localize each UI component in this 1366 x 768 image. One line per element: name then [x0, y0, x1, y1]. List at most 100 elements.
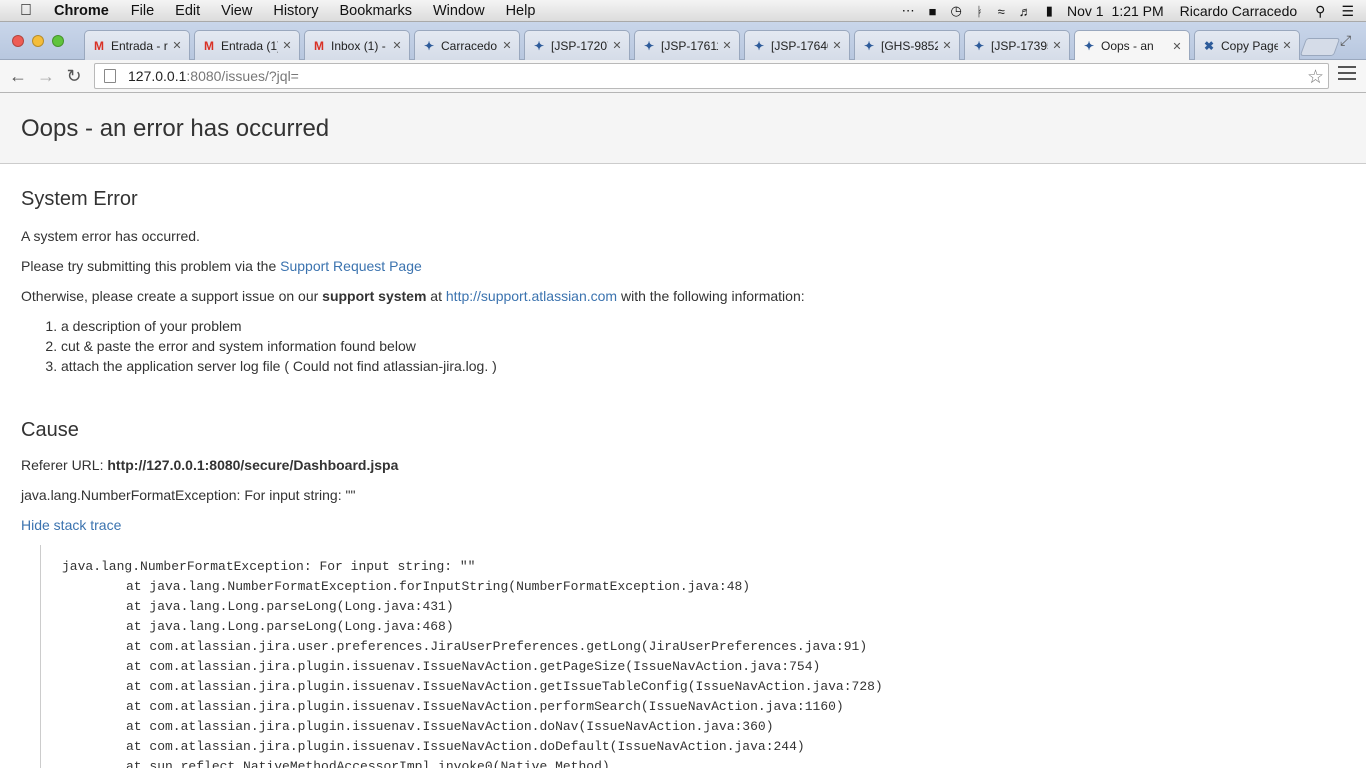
close-tab-icon[interactable]: ✕ — [721, 39, 733, 52]
notification-center-icon[interactable]: ☰ — [1341, 3, 1354, 20]
browser-tab[interactable]: ✦ [JSP-17395 ✕ — [964, 30, 1070, 60]
tab-title: Copy Page — [1221, 38, 1278, 53]
jira-icon: ✦ — [643, 38, 655, 53]
referer-label: Referer URL: — [21, 457, 108, 473]
close-tab-icon[interactable]: ✕ — [171, 39, 183, 52]
close-tab-icon[interactable]: ✕ — [941, 39, 953, 52]
menu-app-name[interactable]: Chrome — [54, 3, 109, 19]
list-item: a description of your problem — [61, 318, 1345, 334]
close-tab-icon[interactable]: ✕ — [611, 39, 623, 52]
close-tab-icon[interactable]: ✕ — [1281, 39, 1293, 52]
tab-title: [JSP-17611 — [661, 38, 718, 53]
list-item: attach the application server log file (… — [61, 358, 1345, 374]
browser-toolbar: ← → ↻ 127.0.0.1:8080/issues/?jql= ☆ — [0, 60, 1366, 93]
user-name[interactable]: Ricardo Carracedo — [1180, 3, 1298, 19]
address-url[interactable]: 127.0.0.1:8080/issues/?jql= — [128, 68, 299, 84]
tab-title: Oops - an — [1101, 39, 1154, 53]
bluetooth-icon[interactable]: ᛓ — [976, 4, 984, 19]
fullscreen-icon[interactable]: ⤢ — [1340, 32, 1351, 49]
close-tab-icon[interactable]: ✕ — [281, 39, 293, 52]
gmail-icon: M — [94, 38, 104, 53]
wifi-icon[interactable]: ≈ — [998, 4, 1005, 19]
time-machine-icon[interactable]: ◷ — [951, 3, 962, 19]
dots-icon[interactable]: ⋯ — [902, 3, 915, 19]
close-tab-icon[interactable]: ✕ — [391, 39, 403, 52]
stack-trace: java.lang.NumberFormatException: For inp… — [40, 545, 1345, 768]
menu-view[interactable]: View — [221, 3, 252, 19]
browser-tab-active[interactable]: ✦ Oops - an ✕ — [1074, 30, 1190, 61]
jira-icon: ✦ — [753, 38, 765, 53]
support-url-link[interactable]: http://support.atlassian.com — [446, 288, 617, 304]
close-tab-icon[interactable]: ✕ — [1171, 40, 1183, 53]
reload-icon[interactable]: ↻ — [64, 66, 84, 86]
url-host: 127.0.0.1 — [128, 68, 187, 84]
browser-tab[interactable]: ✖ Copy Page ✕ — [1194, 30, 1300, 60]
menu-bookmarks[interactable]: Bookmarks — [339, 3, 412, 19]
browser-tab[interactable]: ✦ [GHS-9852 ✕ — [854, 30, 960, 60]
stack-trace-line: at com.atlassian.jira.plugin.issuenav.Is… — [126, 699, 844, 714]
referer-url: http://127.0.0.1:8080/secure/Dashboard.j… — [107, 457, 399, 473]
menu-file[interactable]: File — [131, 3, 154, 19]
support-system-bold: support system — [322, 288, 427, 304]
support-request-prefix: Please try submitting this problem via t… — [21, 258, 281, 274]
battery-icon[interactable]: ▮ — [1046, 3, 1053, 19]
tab-title: Entrada - r — [111, 38, 168, 53]
browser-tab[interactable]: ✦ [JSP-17640 ✕ — [744, 30, 850, 60]
evernote-icon[interactable]: ■ — [929, 4, 937, 19]
close-window-button[interactable] — [12, 35, 24, 47]
spotlight-search-icon[interactable]: ⚲ — [1315, 3, 1325, 20]
close-tab-icon[interactable]: ✕ — [1051, 39, 1063, 52]
cause-heading: Cause — [21, 419, 79, 441]
exception-message: java.lang.NumberFormatException: For inp… — [21, 487, 356, 503]
close-tab-icon[interactable]: ✕ — [501, 39, 513, 52]
chrome-menu-icon[interactable] — [1338, 66, 1356, 84]
menu-window[interactable]: Window — [433, 3, 485, 19]
new-tab-button[interactable] — [1299, 38, 1341, 56]
page-title: Oops - an error has occurred — [21, 115, 330, 142]
gmail-icon: M — [204, 38, 214, 53]
menu-edit[interactable]: Edit — [175, 3, 200, 19]
forward-icon[interactable]: → — [36, 66, 56, 86]
tab-title: Carracedo — [441, 38, 498, 53]
clock-time[interactable]: 1:21 PM — [1112, 3, 1164, 19]
browser-tab[interactable]: ✦ Carracedo ✕ — [414, 30, 520, 60]
page-icon — [104, 69, 116, 83]
tab-title: [GHS-9852 — [881, 38, 938, 53]
clock-date[interactable]: Nov 1 — [1067, 3, 1104, 19]
stack-trace-head: java.lang.NumberFormatException: For inp… — [62, 559, 476, 574]
volume-icon[interactable]: ♬ — [1019, 4, 1032, 19]
browser-tab[interactable]: ✦ [JSP-17207 ✕ — [524, 30, 630, 60]
error-content: System Error A system error has occurred… — [0, 188, 1366, 768]
menu-history[interactable]: History — [273, 3, 318, 19]
macos-menu-bar:  Chrome File Edit View History Bookmark… — [0, 0, 1366, 22]
url-path: :8080/issues/?jql= — [186, 68, 299, 84]
hide-stack-trace-link[interactable]: Hide stack trace — [21, 517, 121, 533]
stack-trace-line: at java.lang.Long.parseLong(Long.java:46… — [126, 619, 454, 634]
browser-tab[interactable]: M Entrada (1) ✕ — [194, 30, 300, 60]
stack-trace-line: at java.lang.NumberFormatException.forIn… — [126, 579, 751, 594]
browser-tab[interactable]: ✦ [JSP-17611 ✕ — [634, 30, 740, 60]
tab-title: Entrada (1) — [221, 38, 278, 53]
jira-icon: ✦ — [533, 38, 545, 53]
minimize-window-button[interactable] — [32, 35, 44, 47]
bookmark-star-icon[interactable]: ☆ — [1307, 66, 1324, 89]
support-request-link[interactable]: Support Request Page — [280, 258, 422, 274]
browser-tab[interactable]: M Inbox (1) - ✕ — [304, 30, 410, 60]
menu-help[interactable]: Help — [506, 3, 536, 19]
stack-trace-line: at com.atlassian.jira.plugin.issuenav.Is… — [126, 679, 883, 694]
zoom-window-button[interactable] — [52, 35, 64, 47]
address-bar[interactable]: 127.0.0.1:8080/issues/?jql= ☆ — [94, 63, 1329, 89]
support-system-text: Otherwise, please create a support issue… — [21, 288, 1345, 304]
support-system-prefix: Otherwise, please create a support issue… — [21, 288, 323, 304]
close-tab-icon[interactable]: ✕ — [831, 39, 843, 52]
gmail-icon: M — [314, 38, 324, 53]
tab-title: [JSP-17395 — [991, 38, 1048, 53]
stack-trace-line: at com.atlassian.jira.plugin.issuenav.Is… — [126, 659, 821, 674]
support-request-text: Please try submitting this problem via t… — [21, 258, 1345, 274]
apple-icon[interactable]:  — [20, 2, 38, 20]
page-content: Oops - an error has occurred System Erro… — [0, 93, 1366, 768]
confluence-icon: ✖ — [1203, 38, 1215, 53]
back-icon[interactable]: ← — [8, 66, 28, 86]
stack-trace-line: at java.lang.Long.parseLong(Long.java:43… — [126, 599, 454, 614]
browser-tab[interactable]: M Entrada - r ✕ — [84, 30, 190, 60]
